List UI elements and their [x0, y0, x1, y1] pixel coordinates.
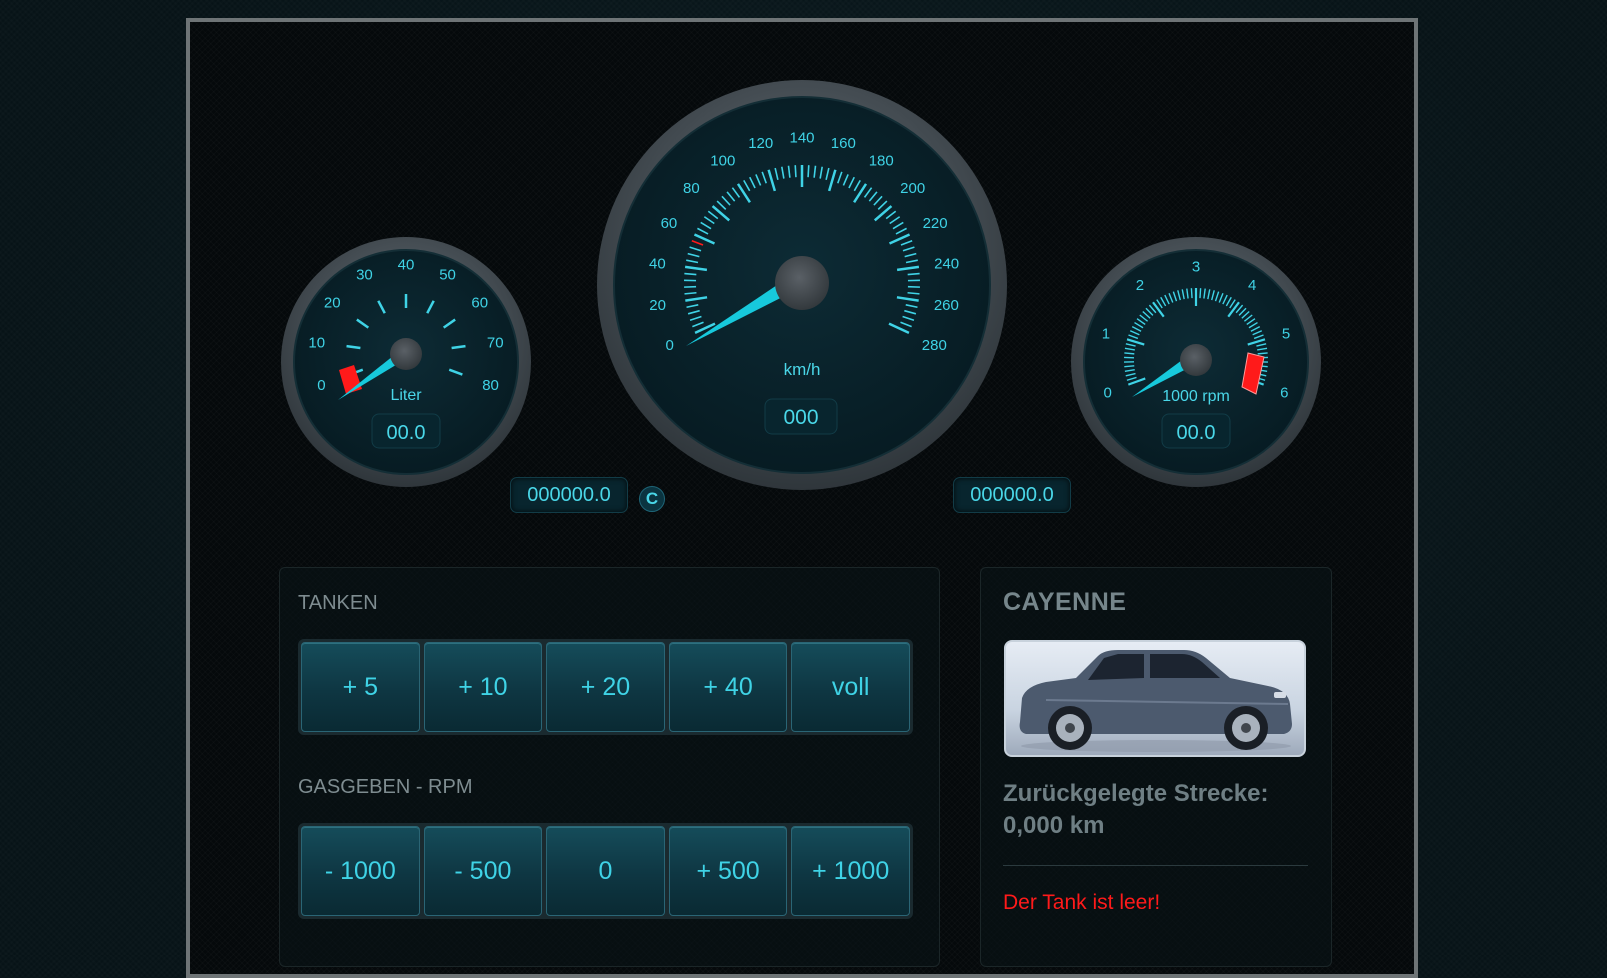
gas-title: GASGEBEN - RPM	[298, 776, 472, 799]
rpm-tick-label: 2	[1136, 277, 1144, 294]
speed-tick-label: 40	[649, 255, 666, 272]
speed-tick-label: 80	[683, 180, 700, 197]
rpm-readout: 00.0	[1177, 422, 1216, 444]
car-image	[1004, 640, 1306, 757]
speed-tick-label: 180	[869, 153, 894, 170]
tanken-title: TANKEN	[298, 592, 378, 615]
speed-tick-label: 260	[934, 297, 959, 314]
rpm-tick-label: 0	[1103, 384, 1111, 401]
speed-tick	[808, 165, 809, 177]
distance-label: Zurückgelegte Strecke:	[1003, 778, 1268, 810]
rpm-tick	[1258, 353, 1268, 354]
speed-tick	[685, 293, 697, 294]
speed-tick	[795, 165, 796, 177]
rpm-needle-hub	[1180, 344, 1212, 376]
fuel-tick-label: 60	[471, 295, 488, 312]
tanken-button-4[interactable]: voll	[791, 642, 910, 732]
fuel-tick-label: 40	[398, 256, 415, 273]
rpm-tick-label: 6	[1280, 384, 1288, 401]
speed-tick-label: 220	[923, 215, 948, 232]
rpm-tick-label: 3	[1192, 258, 1200, 275]
fuel-tick-label: 0	[317, 377, 325, 394]
rpm-tick	[1191, 288, 1192, 298]
tanken-button-3[interactable]: + 40	[669, 642, 788, 732]
speed-tick-label: 120	[748, 135, 773, 152]
car-panel-divider	[1003, 865, 1308, 866]
speed-tick	[908, 274, 920, 275]
rpm-tick	[1124, 366, 1134, 367]
fuel-unit-label: Liter	[390, 387, 422, 404]
speed-tick-label: 0	[666, 337, 674, 354]
tanken-button-1[interactable]: + 10	[424, 642, 543, 732]
speed-needle-hub	[775, 256, 829, 310]
total-odometer: 000000.0	[953, 477, 1071, 513]
tanken-button-0[interactable]: + 5	[301, 642, 420, 732]
speed-tick	[684, 274, 696, 275]
speed-tick-label: 60	[661, 215, 678, 232]
speed-tick-label: 160	[831, 135, 856, 152]
fuel-needle-hub	[390, 338, 422, 370]
rpm-tick-label: 4	[1248, 277, 1256, 294]
rpm-tick-label: 5	[1282, 325, 1290, 342]
rpm-unit-label: 1000 rpm	[1162, 388, 1230, 405]
speed-tick-label: 100	[710, 153, 735, 170]
trip-reset-button[interactable]: C	[639, 486, 665, 512]
trip-odometer: 000000.0	[510, 477, 628, 513]
speed-tick-label: 20	[649, 297, 666, 314]
fuel-tick-label: 70	[487, 335, 504, 352]
speed-tick-label: 280	[922, 337, 947, 354]
fuel-tick-label: 10	[308, 335, 325, 352]
speed-readout: 000	[783, 406, 818, 429]
speed-unit-label: km/h	[784, 360, 821, 379]
tanken-button-group: + 5+ 10+ 20+ 40voll	[298, 639, 913, 735]
fuel-tick-label: 50	[439, 266, 456, 283]
tachometer-gauge: 0 1 2 3 4 5 6 1000 rpm 00.0	[1070, 236, 1322, 488]
speedometer-gauge: 020406080100120140160180200220240260280 …	[596, 79, 1008, 491]
fuel-readout: 00.0	[387, 422, 426, 444]
fuel-tick-label: 20	[324, 295, 341, 312]
car-name: CAYENNE	[1003, 588, 1126, 617]
gas-button-1[interactable]: - 500	[424, 826, 543, 916]
rpm-tick	[1200, 288, 1201, 298]
speed-tick-label: 200	[900, 180, 925, 197]
suv-icon	[1006, 642, 1304, 755]
speed-tick-label: 140	[789, 129, 814, 146]
fuel-warning: Der Tank ist leer!	[1003, 891, 1160, 915]
speed-tick	[908, 293, 920, 294]
fuel-tick-label: 80	[482, 377, 499, 394]
gas-button-group: - 1000- 5000+ 500+ 1000	[298, 823, 913, 919]
gas-button-3[interactable]: + 500	[669, 826, 788, 916]
gas-button-2[interactable]: 0	[546, 826, 665, 916]
fuel-gauge: 0 10 20 30 40 50 60 70 80 Liter 00.0	[280, 236, 532, 488]
distance-value: 0,000 km	[1003, 810, 1104, 842]
fuel-tick-label: 30	[356, 266, 373, 283]
gas-button-0[interactable]: - 1000	[301, 826, 420, 916]
speed-tick-label: 240	[934, 255, 959, 272]
gas-button-4[interactable]: + 1000	[791, 826, 910, 916]
rpm-tick-label: 1	[1102, 325, 1110, 342]
rpm-tick	[1124, 353, 1134, 354]
tanken-button-2[interactable]: + 20	[546, 642, 665, 732]
